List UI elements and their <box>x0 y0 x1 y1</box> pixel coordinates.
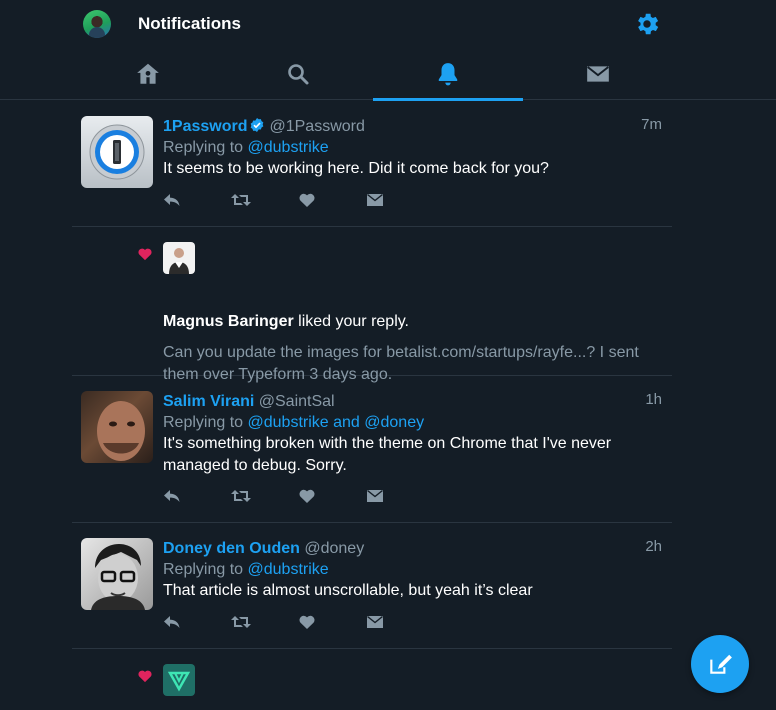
1password-logo-icon <box>89 124 145 180</box>
tweet-header: Salim Virani @SaintSal <box>163 391 662 412</box>
heart-icon <box>138 248 152 261</box>
tweet-actions <box>163 488 435 504</box>
reply-button[interactable] <box>163 488 231 504</box>
top-bar: Notifications <box>0 0 776 48</box>
heart-icon <box>138 670 152 683</box>
tweet-header: Doney den Ouden @doney <box>163 538 662 559</box>
author-name[interactable]: Doney den Ouden <box>163 540 300 557</box>
author-handle[interactable]: @1Password <box>269 118 364 135</box>
list-item[interactable]: 1Password @1Password 7m Replying to @dubs… <box>72 101 672 227</box>
reply-prefix: Replying to <box>163 561 244 578</box>
person-avatar-icon <box>91 544 145 610</box>
envelope-icon <box>367 489 383 502</box>
author-handle[interactable]: @doney <box>304 540 364 557</box>
author-handle[interactable]: @SaintSal <box>259 393 335 410</box>
search-icon <box>288 64 309 85</box>
heart-icon <box>299 615 315 629</box>
avatar[interactable] <box>163 664 195 696</box>
gear-icon[interactable] <box>633 10 661 38</box>
timestamp[interactable]: 2h <box>645 538 662 555</box>
envelope-icon <box>367 193 383 206</box>
reply-mention[interactable]: @dubstrike <box>248 561 329 578</box>
reply-icon <box>164 616 180 628</box>
reply-icon <box>164 490 180 502</box>
compose-button[interactable] <box>691 635 749 693</box>
tab-bar <box>0 48 776 101</box>
tweet-header: 1Password @1Password <box>163 116 662 137</box>
retweet-button[interactable] <box>231 614 299 630</box>
message-button[interactable] <box>367 614 435 630</box>
retweet-icon <box>231 616 251 628</box>
tab-home[interactable] <box>73 48 223 100</box>
list-item[interactable]: Magnus Baringer liked your reply. Can yo… <box>72 227 672 383</box>
list-item[interactable]: Salim Virani @SaintSal 1h Replying to @d… <box>72 376 672 523</box>
avatar[interactable] <box>81 116 153 188</box>
bell-icon <box>438 63 458 86</box>
person-avatar-icon <box>169 248 189 274</box>
author-name[interactable]: Salim Virani <box>163 393 254 410</box>
reply-button[interactable] <box>163 614 231 630</box>
reply-icon <box>164 194 180 206</box>
notification-feed: 1Password @1Password 7m Replying to @dubs… <box>72 101 672 710</box>
triangle-logo-icon <box>167 671 191 692</box>
reply-context: Replying to @dubstrike and @doney <box>163 412 424 433</box>
avatar[interactable] <box>81 538 153 610</box>
home-icon <box>137 63 159 84</box>
compose-icon <box>710 654 732 674</box>
tweet-actions <box>163 192 435 208</box>
reply-prefix: Replying to <box>163 139 244 156</box>
envelope-icon <box>367 615 383 628</box>
avatar[interactable] <box>163 242 195 274</box>
like-action: liked your reply. <box>298 313 409 330</box>
reply-context: Replying to @dubstrike <box>163 559 329 580</box>
tab-search[interactable] <box>223 48 373 100</box>
retweet-icon <box>231 194 251 206</box>
heart-icon <box>299 193 315 207</box>
avatar[interactable] <box>81 391 153 463</box>
retweet-icon <box>231 490 251 502</box>
tab-messages[interactable] <box>523 48 673 100</box>
heart-icon <box>299 489 315 503</box>
reply-button[interactable] <box>163 192 231 208</box>
message-button[interactable] <box>367 488 435 504</box>
retweet-button[interactable] <box>231 192 299 208</box>
liker-name[interactable]: Magnus Baringer <box>163 313 294 330</box>
verified-badge-icon <box>251 118 264 132</box>
tab-notifications[interactable] <box>373 48 523 101</box>
page-title: Notifications <box>138 14 241 33</box>
like-button[interactable] <box>299 192 367 208</box>
list-item[interactable] <box>72 649 672 710</box>
reply-mention[interactable]: @dubstrike <box>248 139 329 156</box>
reply-mention[interactable]: @dubstrike and @doney <box>248 414 425 431</box>
avatar[interactable] <box>83 10 111 38</box>
envelope-icon <box>587 66 609 82</box>
author-name[interactable]: 1Password <box>163 118 247 135</box>
tweet-actions <box>163 614 435 630</box>
reply-prefix: Replying to <box>163 414 244 431</box>
timestamp[interactable]: 1h <box>645 391 662 408</box>
like-summary: Magnus Baringer liked your reply. <box>163 311 409 333</box>
message-button[interactable] <box>367 192 435 208</box>
reply-context: Replying to @dubstrike <box>163 137 329 158</box>
tweet-text: It's something broken with the theme on … <box>163 435 612 474</box>
tweet-text: That article is almost unscrollable, but… <box>163 582 533 599</box>
list-item[interactable]: Doney den Ouden @doney 2h Replying to @d… <box>72 523 672 649</box>
like-button[interactable] <box>299 614 367 630</box>
retweet-button[interactable] <box>231 488 299 504</box>
tweet-text: It seems to be working here. Did it come… <box>163 160 549 177</box>
timestamp[interactable]: 7m <box>641 116 662 133</box>
person-avatar-icon <box>97 401 145 461</box>
like-button[interactable] <box>299 488 367 504</box>
